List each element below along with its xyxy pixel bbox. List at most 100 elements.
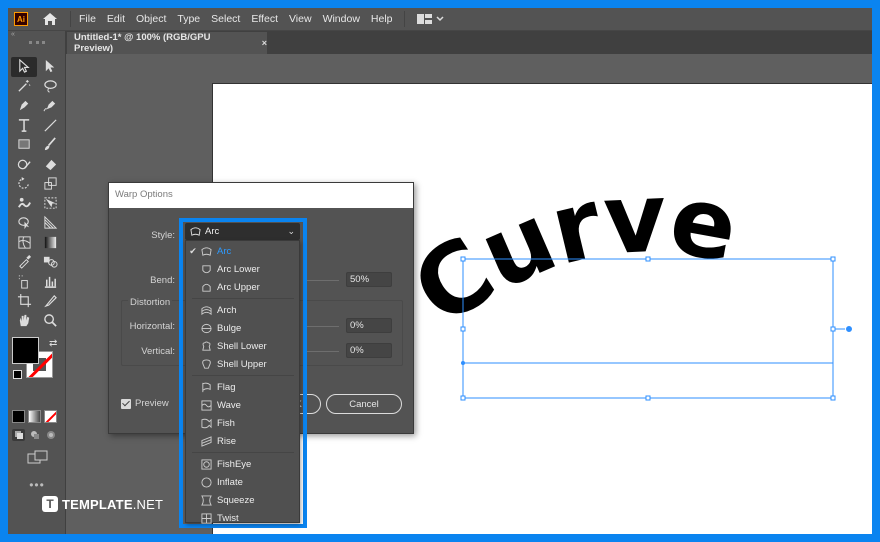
rectangle-tool[interactable] [11,135,37,155]
shape-builder-tool[interactable] [11,213,37,233]
dropdown-item-twist[interactable]: Twist [186,509,299,527]
dropdown-item-rise[interactable]: Rise [186,432,299,450]
puppet-warp-tool[interactable] [11,194,37,214]
line-segment-tool[interactable] [37,116,63,136]
dropdown-item-wave[interactable]: Wave [186,396,299,414]
menu-view[interactable]: View [289,13,312,25]
mesh-tool[interactable] [11,233,37,253]
none-mode-button[interactable] [44,410,57,423]
dropdown-item-inflate[interactable]: Inflate [186,473,299,491]
symbol-sprayer-tool[interactable] [11,272,37,292]
color-mode-button[interactable] [12,410,25,423]
menu-object[interactable]: Object [136,13,166,25]
horizontal-slider[interactable] [305,326,339,327]
menu-type[interactable]: Type [177,13,200,25]
screen-mode-button[interactable] [27,450,49,464]
gradient-tool[interactable] [37,233,63,253]
checkbox-checked-icon[interactable] [121,398,131,409]
watermark-text: TEMPLATE.NET [62,496,164,512]
type-tool[interactable] [11,116,37,136]
pen-tool[interactable] [11,96,37,116]
arch-icon [200,304,212,316]
arc-lower-icon [200,263,212,275]
preview-label: Preview [135,398,169,409]
slice-tool[interactable] [37,291,63,311]
direct-selection-tool[interactable] [37,57,63,77]
gradient-mode-button[interactable] [28,410,41,423]
shaper-tool[interactable] [11,155,37,175]
menu-separator [403,11,405,27]
dropdown-item-arc[interactable]: ✔ Arc [186,242,299,260]
rotate-tool[interactable] [11,174,37,194]
zoom-tool[interactable] [37,311,63,331]
edit-toolbar-button[interactable]: ••• [8,478,66,492]
document-tab[interactable]: Untitled-1* @ 100% (RGB/GPU Preview) × [67,32,267,54]
workspace-switcher[interactable] [416,14,444,24]
free-transform-tool[interactable] [37,194,63,214]
menu-edit[interactable]: Edit [107,13,125,25]
dropdown-item-arch[interactable]: Arch [186,301,299,319]
menu-select[interactable]: Select [211,13,240,25]
text-anchor-point[interactable] [461,361,465,365]
dropdown-item-bulge[interactable]: Bulge [186,319,299,337]
dropdown-item-shell-upper[interactable]: Shell Upper [186,355,299,373]
cancel-button[interactable]: Cancel [326,394,402,414]
puppet-warp-icon [17,197,31,208]
dropdown-item-label: Shell Upper [217,358,267,370]
menu-help[interactable]: Help [371,13,393,25]
dropdown-item-shell-lower[interactable]: Shell Lower [186,337,299,355]
dropdown-item-arc-upper[interactable]: Arc Upper [186,278,299,296]
bend-slider[interactable] [305,280,339,281]
panel-grip[interactable] [8,39,65,47]
out-port-handle[interactable] [845,325,853,333]
draw-behind-icon[interactable] [28,429,41,441]
dropdown-item-fish[interactable]: Fish [186,414,299,432]
magic-wand-icon [17,79,30,92]
menu-window[interactable]: Window [323,13,360,25]
hand-tool[interactable] [11,311,37,331]
default-colors-icon[interactable] [13,370,22,379]
fill-swatch[interactable] [12,337,39,364]
close-tab-icon[interactable]: × [262,38,267,48]
preview-checkbox[interactable]: Preview [121,398,169,409]
lasso-icon [43,80,57,93]
lasso-tool[interactable] [37,77,63,97]
column-graph-icon [44,276,56,288]
direct-selection-icon [45,60,54,73]
collapse-panel-button[interactable]: « [8,31,65,39]
draw-inside-icon[interactable] [44,429,57,441]
blend-tool[interactable] [37,252,63,272]
artboard-tool[interactable] [11,291,37,311]
artboard-icon [17,294,31,308]
menu-file[interactable]: File [79,13,96,25]
bend-input[interactable]: 50% [346,272,392,287]
eyedropper-tool[interactable] [11,252,37,272]
menu-effect[interactable]: Effect [251,13,278,25]
warped-text[interactable]: Curve [394,161,746,347]
paintbrush-tool[interactable] [37,135,63,155]
dropdown-item-squeeze[interactable]: Squeeze [186,491,299,509]
scale-tool[interactable] [37,174,63,194]
checkmark-icon: ✔ [189,245,197,256]
vertical-input[interactable]: 0% [346,343,392,358]
swap-colors-icon[interactable]: ⇄ [49,338,57,349]
menu-bar: Ai File Edit Object Type Select Effect V… [8,8,872,31]
draw-normal-icon[interactable] [12,429,25,441]
column-graph-tool[interactable] [37,272,63,292]
magic-wand-tool[interactable] [11,77,37,97]
home-button[interactable] [42,12,58,26]
dropdown-item-fisheye[interactable]: FishEye [186,455,299,473]
horizontal-input[interactable]: 0% [346,318,392,333]
pen-icon [19,101,28,111]
style-select[interactable]: Arc ⌄ [185,223,300,240]
dropdown-item-flag[interactable]: Flag [186,378,299,396]
dropdown-item-arc-lower[interactable]: Arc Lower [186,260,299,278]
curvature-tool[interactable] [37,96,63,116]
dialog-title: Warp Options [109,183,413,208]
dropdown-item-label: Bulge [217,322,242,334]
selection-tool[interactable] [11,57,37,77]
perspective-grid-tool[interactable] [37,213,63,233]
shape-builder-icon [17,217,29,230]
eraser-tool[interactable] [37,155,63,175]
vertical-slider[interactable] [305,351,339,352]
